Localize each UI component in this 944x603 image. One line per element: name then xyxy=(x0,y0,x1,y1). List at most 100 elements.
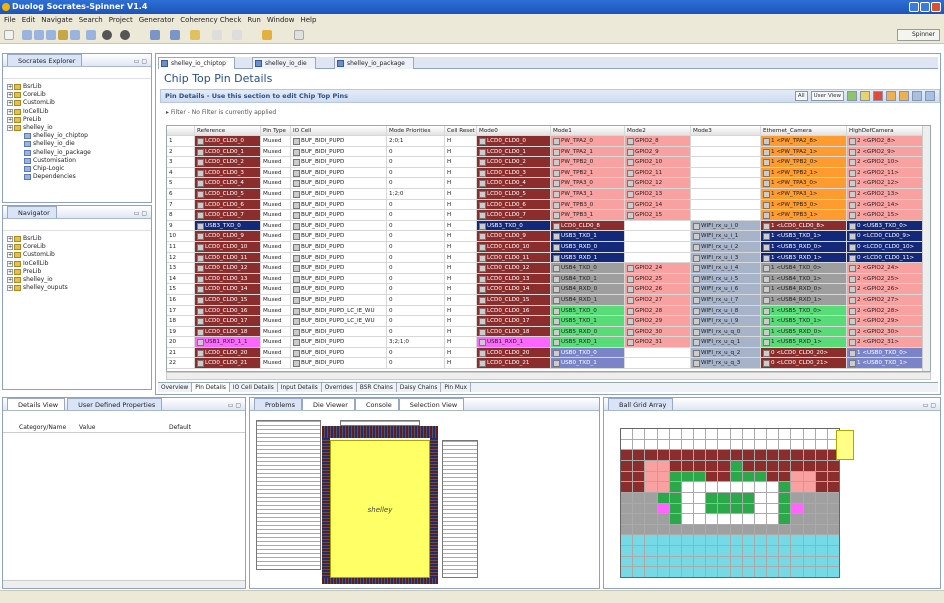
ball[interactable] xyxy=(827,482,839,492)
column-header[interactable]: Pin Type xyxy=(261,126,291,135)
ball[interactable] xyxy=(657,567,669,577)
ball[interactable] xyxy=(767,471,779,482)
menu-item-navigate[interactable]: Navigate xyxy=(41,14,72,26)
table-row[interactable]: 8 LCD0_CLD0_7 Muxed BUF_BIDI_PUPD 0 H LCD0_CLD… xyxy=(167,210,930,221)
tab-pin-mux[interactable]: Pin Mux xyxy=(441,383,471,392)
ball[interactable] xyxy=(669,567,681,577)
ball[interactable] xyxy=(791,524,803,535)
ball[interactable] xyxy=(694,524,706,535)
tree-item[interactable]: Customisation xyxy=(5,157,149,165)
tree-item[interactable]: + BsrLib xyxy=(5,235,149,243)
table-row[interactable]: 14 LCD0_CLD0_13 Muxed BUF_BIDI_PUPD 0 H LCD0_C… xyxy=(167,273,930,285)
ball[interactable] xyxy=(815,535,827,546)
ball[interactable] xyxy=(742,556,754,567)
ball[interactable] xyxy=(767,524,779,535)
run-icon[interactable] xyxy=(102,30,112,40)
ball[interactable] xyxy=(730,514,742,524)
tab-shelley-io-package[interactable]: shelley_io_package xyxy=(334,57,414,69)
ball[interactable] xyxy=(754,567,766,577)
close-button[interactable] xyxy=(931,2,941,12)
ball[interactable] xyxy=(645,556,657,567)
ball[interactable] xyxy=(730,460,742,471)
ball[interactable] xyxy=(718,471,730,482)
ball[interactable] xyxy=(767,503,779,514)
move-up-icon[interactable] xyxy=(886,91,896,101)
ball[interactable] xyxy=(694,503,706,514)
menu-item-run[interactable]: Run xyxy=(247,14,260,26)
ball[interactable] xyxy=(657,460,669,471)
tree-item[interactable]: + shelley_io xyxy=(5,124,149,132)
minimize-maximize-icon[interactable]: ▭ ▢ xyxy=(228,400,241,412)
ball[interactable] xyxy=(706,524,718,535)
ball[interactable] xyxy=(803,450,815,460)
forward-icon[interactable] xyxy=(232,30,242,40)
ball[interactable] xyxy=(621,450,633,460)
ball[interactable] xyxy=(803,556,815,567)
refresh-icon[interactable] xyxy=(70,30,80,40)
tree-item[interactable]: shelley_io_chiptop xyxy=(5,132,149,140)
ball[interactable] xyxy=(645,503,657,514)
ball[interactable] xyxy=(681,546,693,556)
ball[interactable] xyxy=(681,450,693,460)
ball[interactable] xyxy=(803,546,815,556)
ball[interactable] xyxy=(694,546,706,556)
ball[interactable] xyxy=(730,482,742,492)
ball[interactable] xyxy=(706,471,718,482)
ball[interactable] xyxy=(767,439,779,450)
col-value[interactable]: Value xyxy=(63,423,153,432)
ball[interactable] xyxy=(706,429,718,439)
ball[interactable] xyxy=(730,439,742,450)
ball[interactable] xyxy=(718,514,730,524)
menu-item-file[interactable]: File xyxy=(4,14,16,26)
ball[interactable] xyxy=(645,450,657,460)
expand-icon[interactable]: + xyxy=(7,277,13,284)
tree-item[interactable]: + CoreLib xyxy=(5,243,149,251)
ball[interactable] xyxy=(827,460,839,471)
expand-icon[interactable]: + xyxy=(7,116,13,123)
ball[interactable] xyxy=(767,460,779,471)
menu-item-coherency-check[interactable]: Coherency Check xyxy=(180,14,241,26)
ball[interactable] xyxy=(754,524,766,535)
details-scrollbar[interactable] xyxy=(3,580,245,588)
table-row[interactable]: 10 LCD0_CLD0_9 Muxed BUF_BIDI_PUPD 0 H LCD0_CL… xyxy=(167,231,930,242)
column-header[interactable]: Mode0 xyxy=(477,126,551,135)
ball[interactable] xyxy=(779,524,791,535)
menu-item-edit[interactable]: Edit xyxy=(22,14,36,26)
menu-item-search[interactable]: Search xyxy=(79,14,103,26)
ball[interactable] xyxy=(779,492,791,503)
build-icon[interactable] xyxy=(58,30,68,40)
tree-item[interactable]: + CustomLib xyxy=(5,251,149,259)
expand-icon[interactable]: + xyxy=(7,92,13,99)
ball[interactable] xyxy=(657,492,669,503)
ball[interactable] xyxy=(645,439,657,450)
ball[interactable] xyxy=(815,567,827,577)
tree-item[interactable]: + shelley_io xyxy=(5,276,149,284)
ball[interactable] xyxy=(706,439,718,450)
ball[interactable] xyxy=(657,439,669,450)
ball[interactable] xyxy=(621,567,633,577)
ball[interactable] xyxy=(694,460,706,471)
ball[interactable] xyxy=(669,429,681,439)
ball[interactable] xyxy=(754,492,766,503)
tab-input-details[interactable]: Input Details xyxy=(278,383,322,392)
expand-icon[interactable]: + xyxy=(7,252,13,259)
ball[interactable] xyxy=(779,439,791,450)
ball[interactable] xyxy=(742,429,754,439)
ball[interactable] xyxy=(657,482,669,492)
ball[interactable] xyxy=(718,503,730,514)
ball[interactable] xyxy=(706,514,718,524)
tab-navigator[interactable]: Navigator xyxy=(7,206,57,218)
ball[interactable] xyxy=(718,567,730,577)
ball[interactable] xyxy=(791,535,803,546)
ball[interactable] xyxy=(779,471,791,482)
table-row[interactable]: 1 LCD0_CLD0_0 Muxed BUF_BIDI_PUPD 2;0;1 H LCD0… xyxy=(167,136,930,147)
ball[interactable] xyxy=(827,492,839,503)
ball[interactable] xyxy=(767,567,779,577)
back-icon[interactable] xyxy=(212,30,222,40)
table-row[interactable]: 17 LCD0_CLD0_16 Muxed BUF_BIDI_PUPD_LC_IE_W… xyxy=(167,305,930,317)
ball[interactable] xyxy=(706,546,718,556)
ball[interactable] xyxy=(803,524,815,535)
ball[interactable] xyxy=(815,492,827,503)
ball[interactable] xyxy=(718,524,730,535)
ball[interactable] xyxy=(645,535,657,546)
